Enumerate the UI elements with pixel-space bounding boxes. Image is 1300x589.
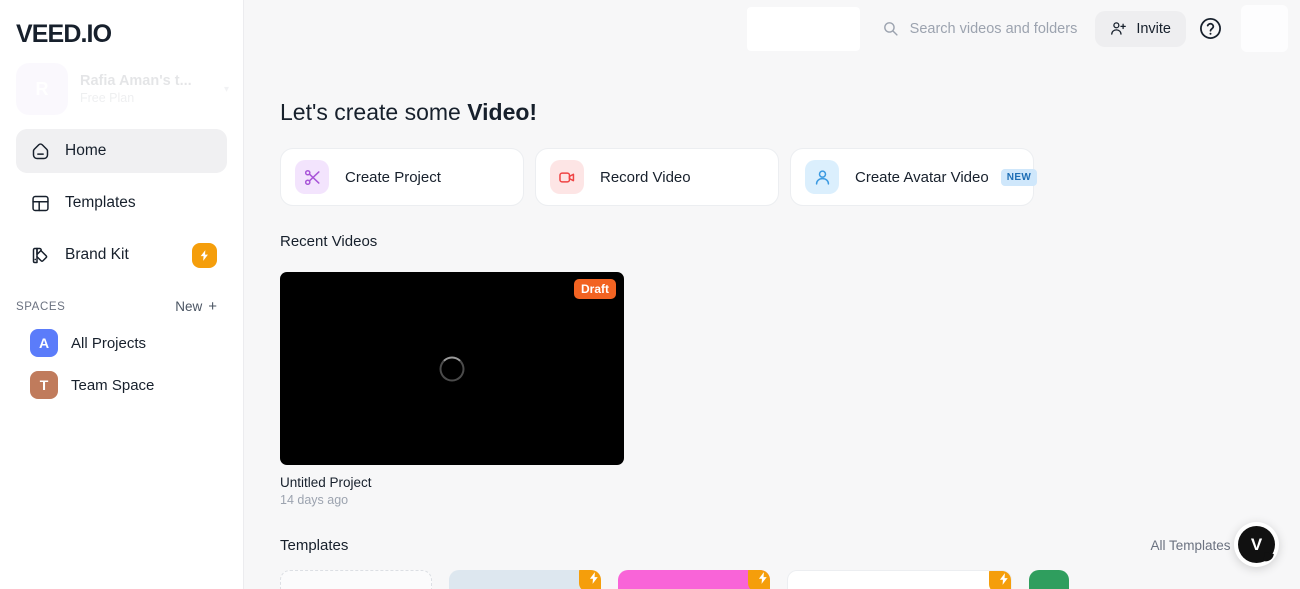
- new-space-button[interactable]: New +: [175, 299, 217, 314]
- card-label: Create Avatar Video: [855, 168, 989, 186]
- bolt-icon: [579, 570, 601, 589]
- bolt-icon[interactable]: [192, 242, 217, 268]
- video-card[interactable]: Draft Untitled Project 14 days ago: [280, 272, 624, 507]
- status-badge: Draft: [573, 279, 616, 299]
- space-avatar: T: [30, 371, 58, 399]
- sidebar-item-label: Home: [65, 142, 107, 159]
- chat-widget-button[interactable]: V: [1234, 522, 1279, 567]
- user-avatar-placeholder[interactable]: [1241, 5, 1288, 52]
- workspace-plan: Free Plan: [80, 91, 135, 105]
- veed-chat-icon: V: [1238, 526, 1275, 563]
- space-item-label: All Projects: [71, 334, 147, 352]
- content-area: Let's create some Video! Create Project: [244, 99, 1300, 589]
- sidebar-item-brand-kit[interactable]: Brand Kit: [16, 233, 227, 277]
- home-icon: [30, 141, 51, 162]
- template-card-revolutionize-hr[interactable]: Revolutionize HR Contact: [787, 570, 1012, 589]
- template-card-improve-time[interactable]: IMPROVE TIM: [449, 570, 601, 589]
- space-item-all-projects[interactable]: A All Projects: [16, 322, 227, 364]
- space-item-team-space[interactable]: T Team Space: [16, 364, 227, 406]
- workspace-avatar: R: [16, 63, 68, 115]
- sidebar-item-label: Templates: [65, 194, 136, 211]
- camcorder-icon: [550, 160, 584, 194]
- person-icon: [805, 160, 839, 194]
- card-label: Create Project: [345, 168, 441, 186]
- space-avatar: A: [30, 329, 58, 357]
- space-item-label: Team Space: [71, 376, 155, 394]
- search-icon: [882, 20, 899, 37]
- template-card-revolutionize[interactable]: REVOLUTIONIZE: [618, 570, 770, 589]
- question-mark-circle-icon[interactable]: [1198, 16, 1223, 41]
- chevron-down-icon: ▾: [223, 83, 229, 95]
- new-space-label: New: [175, 299, 203, 314]
- bolt-icon: [989, 571, 1011, 589]
- action-cards: Create Project Record Video Create Avata…: [280, 148, 1300, 206]
- video-title: Untitled Project: [280, 475, 372, 490]
- loading-spinner-icon: [439, 356, 465, 381]
- spaces-title: SPACES: [16, 300, 66, 313]
- video-thumbnail[interactable]: Draft: [280, 272, 624, 465]
- create-project-card[interactable]: Create Project: [280, 148, 524, 206]
- spaces-header: SPACES New +: [16, 299, 217, 314]
- topbar: Search videos and folders Invite: [244, 0, 1300, 57]
- sidebar-item-templates[interactable]: Templates: [16, 181, 227, 225]
- invite-button[interactable]: Invite: [1095, 10, 1186, 47]
- bolt-icon: [748, 570, 770, 589]
- card-label: Record Video: [600, 168, 691, 186]
- main-content: Search videos and folders Invite Let's c…: [244, 0, 1300, 589]
- workspace-selector[interactable]: R Rafia Aman's t... Free Plan ▾: [16, 63, 233, 115]
- sidebar-item-home[interactable]: Home: [16, 129, 227, 173]
- workspace-name: Rafia Aman's t...: [80, 73, 192, 89]
- search-placeholder: Search videos and folders: [909, 20, 1078, 37]
- all-templates-link[interactable]: All Templates ›: [1150, 538, 1242, 553]
- templates-title: Templates: [280, 537, 349, 554]
- headline-bold: Video!: [467, 99, 538, 125]
- sidebar-item-label: Brand Kit: [65, 246, 129, 263]
- search-input[interactable]: Search videos and folders: [882, 20, 1078, 37]
- sidebar-nav: Home Templates Brand Kit: [0, 129, 243, 277]
- all-templates-label: All Templates: [1150, 538, 1231, 553]
- app-root: VEED.IO R Rafia Aman's t... Free Plan ▾ …: [0, 0, 1300, 589]
- new-badge: NEW: [1000, 168, 1038, 186]
- invite-label: Invite: [1136, 20, 1171, 37]
- workspace-text: Rafia Aman's t... Free Plan: [80, 73, 224, 105]
- headline-regular: Let's create some: [280, 99, 468, 125]
- templates-row: IMPROVE TIM REVOLUTIONIZE Revolutionize …: [280, 570, 1300, 589]
- template-card-green[interactable]: [1029, 570, 1069, 589]
- templates-icon: [30, 193, 51, 214]
- plus-icon: +: [208, 298, 217, 315]
- sidebar: VEED.IO R Rafia Aman's t... Free Plan ▾ …: [0, 0, 244, 589]
- topbar-skeleton-placeholder: [746, 6, 860, 51]
- video-timestamp: 14 days ago: [280, 493, 349, 507]
- create-avatar-video-card[interactable]: Create Avatar Video NEW: [790, 148, 1038, 206]
- templates-header: Templates All Templates ›: [280, 537, 1300, 554]
- template-card-placeholder[interactable]: [280, 570, 432, 589]
- scissors-icon: [295, 160, 329, 194]
- recent-videos-title: Recent Videos: [280, 233, 378, 250]
- page-title: Let's create some Video!: [280, 99, 1300, 126]
- record-video-card[interactable]: Record Video: [535, 148, 779, 206]
- veed-logo[interactable]: VEED.IO: [16, 20, 243, 49]
- person-plus-icon: [1110, 20, 1127, 37]
- brand-kit-icon: [30, 245, 51, 266]
